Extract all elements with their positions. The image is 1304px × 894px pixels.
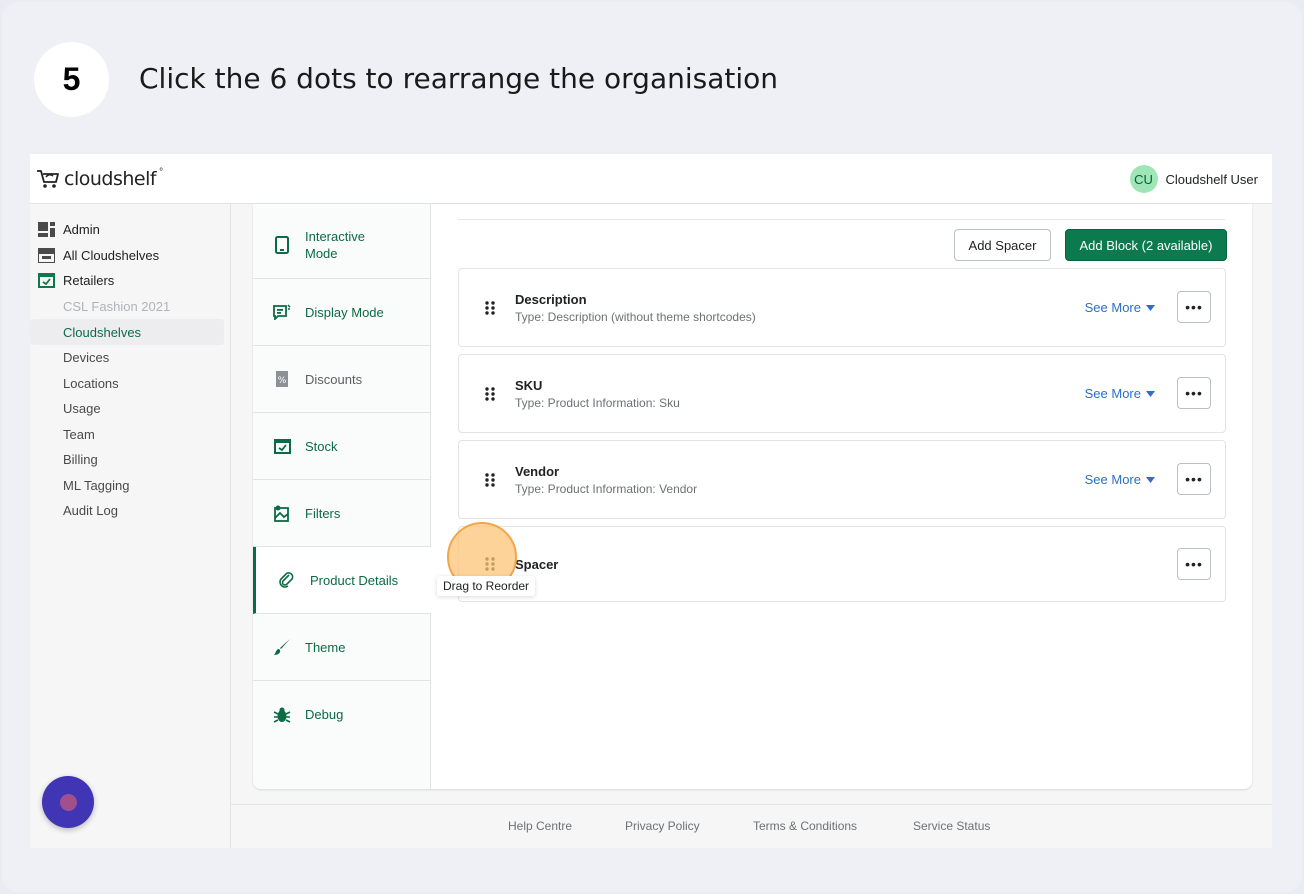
user-menu[interactable]: CU Cloudshelf User bbox=[1129, 165, 1259, 193]
tab-theme[interactable]: Theme bbox=[253, 614, 431, 681]
user-name: Cloudshelf User bbox=[1165, 171, 1259, 187]
tablet-icon bbox=[273, 236, 291, 254]
add-block-button[interactable]: Add Block (2 available) bbox=[1065, 229, 1227, 261]
brush-icon bbox=[273, 638, 291, 656]
sidebar-sub-team[interactable]: Team bbox=[63, 427, 95, 442]
app-window: cloudshelf ° CU Cloudshelf User Admin Al… bbox=[30, 154, 1272, 848]
tab-display-mode[interactable]: Display Mode bbox=[253, 279, 431, 346]
tab-filters[interactable]: Filters bbox=[253, 480, 431, 547]
tab-debug[interactable]: Debug bbox=[253, 681, 431, 748]
footer-link-privacy-policy[interactable]: Privacy Policy bbox=[625, 819, 700, 833]
filter-icon bbox=[273, 504, 291, 522]
caret-down-icon bbox=[1146, 390, 1155, 397]
step-number-badge: 5 bbox=[34, 42, 109, 117]
footer-link-terms[interactable]: Terms & Conditions bbox=[753, 819, 857, 833]
block-type: Type: Description (without theme shortco… bbox=[515, 310, 756, 324]
block-title: Spacer bbox=[515, 557, 559, 572]
add-spacer-button[interactable]: Add Spacer bbox=[954, 229, 1051, 261]
display-icon bbox=[273, 303, 291, 321]
more-actions-button[interactable]: ••• bbox=[1177, 548, 1211, 580]
sidebar-sub-cloudshelves[interactable]: Cloudshelves bbox=[63, 325, 141, 340]
cloudshelf-logo[interactable]: cloudshelf ° bbox=[35, 166, 164, 190]
block-title: Vendor bbox=[515, 464, 560, 479]
drag-handle-icon[interactable] bbox=[484, 300, 496, 316]
tab-label: Debug bbox=[305, 707, 344, 722]
tab-label: Discounts bbox=[305, 371, 363, 387]
footer-link-service-status[interactable]: Service Status bbox=[913, 819, 990, 833]
svg-text:%: % bbox=[278, 376, 287, 386]
see-more-link[interactable]: See More bbox=[1085, 472, 1155, 487]
logo-text: cloudshelf bbox=[64, 168, 157, 190]
sidebar-sub-csl-fashion[interactable]: CSL Fashion 2021 bbox=[63, 299, 170, 314]
settings-tabs: Interactive Mode Display Mode % Discount… bbox=[253, 204, 431, 789]
sidebar-sub-devices[interactable]: Devices bbox=[63, 350, 109, 365]
sidebar: Admin All Cloudshelves Retailers CSL Fas… bbox=[30, 204, 231, 848]
block-row-sku: SKU Type: Product Information: Sku See M… bbox=[458, 354, 1226, 433]
chat-icon bbox=[59, 793, 77, 811]
tab-product-details[interactable]: Product Details bbox=[253, 547, 431, 614]
sidebar-sub-locations[interactable]: Locations bbox=[63, 376, 119, 391]
sidebar-sub-ml-tagging[interactable]: ML Tagging bbox=[63, 478, 130, 493]
tab-label: Stock bbox=[305, 438, 338, 454]
top-bar: cloudshelf ° CU Cloudshelf User bbox=[30, 154, 1272, 204]
see-more-link[interactable]: See More bbox=[1085, 386, 1155, 401]
more-actions-button[interactable]: ••• bbox=[1177, 291, 1211, 323]
avatar: CU bbox=[1129, 165, 1158, 193]
footer: Help Centre Privacy Policy Terms & Condi… bbox=[231, 804, 1272, 848]
sidebar-item-label: Retailers bbox=[63, 272, 115, 288]
tab-label: Theme bbox=[305, 639, 346, 655]
sidebar-sub-audit-log[interactable]: Audit Log bbox=[63, 503, 118, 518]
product-details-panel: Add Spacer Add Block (2 available) Descr… bbox=[431, 204, 1252, 789]
more-actions-button[interactable]: ••• bbox=[1177, 463, 1211, 495]
sidebar-item-all-cloudshelves[interactable]: All Cloudshelves bbox=[38, 244, 159, 266]
drag-handle-icon[interactable] bbox=[484, 472, 496, 488]
block-row-description: Description Type: Description (without t… bbox=[458, 268, 1226, 347]
bug-icon bbox=[273, 706, 291, 724]
sidebar-item-label: All Cloudshelves bbox=[63, 247, 160, 263]
settings-card: Interactive Mode Display Mode % Discount… bbox=[253, 204, 1252, 789]
discount-icon: % bbox=[273, 370, 291, 388]
caret-down-icon bbox=[1146, 476, 1155, 483]
caret-down-icon bbox=[1146, 304, 1155, 311]
divider bbox=[458, 219, 1225, 220]
tab-label: Interactive Mode bbox=[305, 229, 365, 261]
sidebar-item-admin[interactable]: Admin bbox=[38, 218, 100, 240]
step-instruction: Click the 6 dots to rearrange the organi… bbox=[139, 62, 779, 95]
drag-tooltip: Drag to Reorder bbox=[437, 576, 536, 596]
tab-interactive-mode[interactable]: Interactive Mode bbox=[253, 212, 431, 279]
footer-link-help-centre[interactable]: Help Centre bbox=[508, 819, 572, 833]
cart-logo-icon bbox=[37, 170, 59, 188]
store-icon bbox=[38, 247, 55, 263]
admin-icon bbox=[38, 221, 55, 237]
chat-widget-button[interactable] bbox=[42, 776, 94, 828]
block-type: Type: Product Information: Sku bbox=[515, 396, 680, 410]
link-icon bbox=[278, 571, 296, 589]
sidebar-item-retailers[interactable]: Retailers bbox=[38, 269, 114, 291]
more-actions-button[interactable]: ••• bbox=[1177, 377, 1211, 409]
see-more-label: See More bbox=[1084, 300, 1141, 315]
stock-icon bbox=[273, 437, 291, 455]
block-row-vendor: Vendor Type: Product Information: Vendor… bbox=[458, 440, 1226, 519]
logo-mark: ° bbox=[159, 166, 164, 178]
block-title: SKU bbox=[515, 378, 543, 393]
calendar-check-icon bbox=[38, 272, 55, 288]
tab-discounts[interactable]: % Discounts bbox=[253, 346, 431, 413]
see-more-label: See More bbox=[1084, 386, 1141, 401]
main-content: Interactive Mode Display Mode % Discount… bbox=[231, 204, 1272, 804]
sidebar-sub-usage[interactable]: Usage bbox=[63, 401, 101, 416]
sidebar-sub-billing[interactable]: Billing bbox=[63, 452, 98, 467]
tab-stock[interactable]: Stock bbox=[253, 413, 431, 480]
sidebar-item-label: Admin bbox=[63, 221, 100, 237]
see-more-label: See More bbox=[1084, 472, 1141, 487]
see-more-link[interactable]: See More bbox=[1085, 300, 1155, 315]
tab-label: Display Mode bbox=[305, 304, 384, 320]
tab-label: Product Details bbox=[310, 572, 399, 588]
drag-handle-icon[interactable] bbox=[484, 386, 496, 402]
tab-label: Filters bbox=[305, 505, 341, 521]
block-row-spacer: Spacer ••• bbox=[458, 526, 1226, 602]
block-type: Type: Product Information: Vendor bbox=[515, 482, 698, 496]
block-title: Description bbox=[515, 292, 587, 307]
